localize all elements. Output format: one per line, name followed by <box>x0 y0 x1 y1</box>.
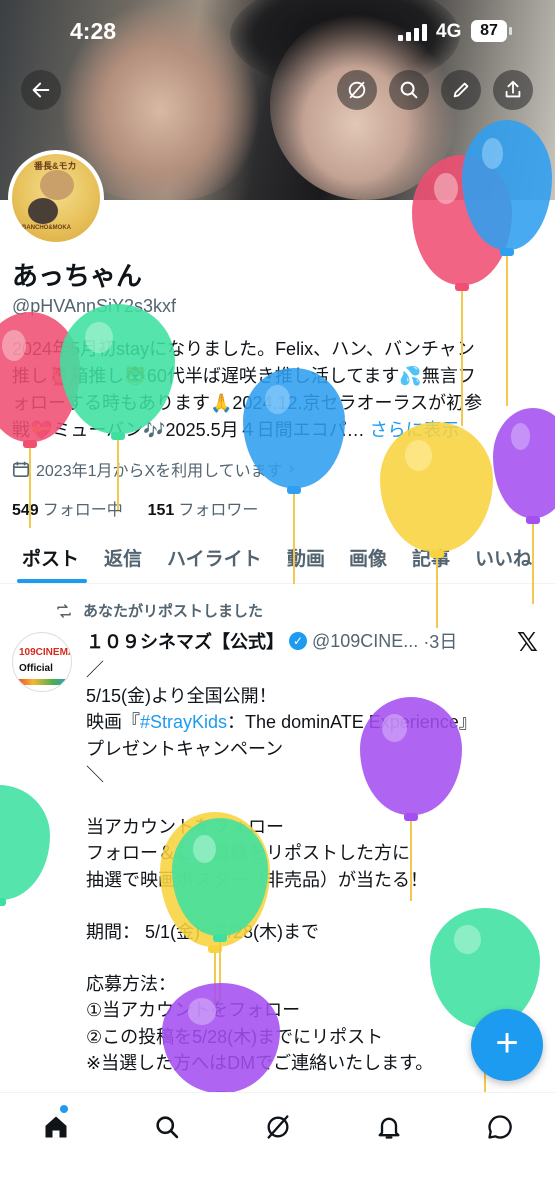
post-author-name[interactable]: １０９シネマズ【公式】 <box>86 628 284 654</box>
repost-label: あなたがリポストしました <box>83 603 264 620</box>
edit-icon <box>453 82 469 98</box>
nav-grok[interactable] <box>258 1107 298 1147</box>
post-line: 当アカウントをフォロー <box>86 814 536 840</box>
balloon-decoration <box>172 818 268 1002</box>
follow-stats: 549 フォロー中 151 フォロワー <box>12 496 258 520</box>
edit-button[interactable] <box>441 70 481 110</box>
post-header: １０９シネマズ【公式】 ✓ @109CINE... ·3日 <box>86 628 457 654</box>
share-icon <box>505 80 521 98</box>
status-bar: 4:28 4G 87 <box>0 0 555 62</box>
grok-icon <box>267 1115 289 1139</box>
back-button[interactable] <box>21 70 61 110</box>
repost-icon <box>57 603 71 618</box>
avatar-dog-dark <box>28 198 58 224</box>
tab-highlights[interactable]: ハイライト <box>167 544 262 571</box>
post-line: フォロー＆この投稿をリポストした方に <box>86 840 536 866</box>
post-line: ／ <box>86 660 104 680</box>
avatar-logo-stripe <box>13 679 71 685</box>
tab-posts[interactable]: ポスト <box>22 544 79 571</box>
search-button[interactable] <box>389 70 429 110</box>
post-line <box>86 788 536 814</box>
avatar-dog-tan <box>40 170 74 200</box>
search-icon <box>156 1116 179 1139</box>
post-author-handle[interactable]: @109CINE... <box>312 631 418 652</box>
hashtag-link[interactable]: #StrayKids <box>140 712 227 732</box>
repost-indicator: あなたがリポストしました <box>55 600 263 621</box>
balloon-decoration <box>380 422 493 628</box>
nav-messages[interactable] <box>480 1107 520 1147</box>
avatar-logo-top: 109CINEMAS <box>19 647 71 658</box>
home-notification-dot <box>60 1105 68 1113</box>
network-type: 4G <box>436 21 462 42</box>
verified-badge-icon: ✓ <box>289 632 307 650</box>
battery-tip <box>509 27 512 35</box>
arrow-left-icon <box>32 82 50 98</box>
avatar-label-bottom: BANCHO&MOKA <box>22 225 71 231</box>
post-line: 5/15(金)より全国公開！ <box>86 686 277 707</box>
balloon-decoration <box>360 697 462 901</box>
battery-icon: 87 <box>471 20 507 42</box>
active-tab-indicator <box>17 579 87 583</box>
notifications-icon <box>378 1117 400 1139</box>
home-icon <box>45 1116 67 1138</box>
compose-post-button[interactable]: + <box>471 1009 543 1081</box>
grok-icon <box>348 81 366 99</box>
profile-avatar[interactable]: 番長&モカ BANCHO&MOKA <box>8 150 104 246</box>
tab-replies[interactable]: 返信 <box>104 544 142 571</box>
grok-button[interactable] <box>337 70 377 110</box>
search-icon <box>400 81 418 99</box>
bottom-navigation <box>0 1092 555 1200</box>
status-time: 4:28 <box>70 18 117 44</box>
balloon-decoration <box>430 908 540 1092</box>
balloon-decoration <box>60 304 175 510</box>
balloon-decoration <box>162 983 280 1099</box>
post-time[interactable]: ·3日 <box>423 628 457 654</box>
balloon-decoration <box>243 368 345 584</box>
followers-link[interactable]: 151 フォロワー <box>148 502 259 519</box>
balloon-decoration <box>493 408 555 604</box>
calendar-icon <box>12 461 30 478</box>
post-line: 映画『#StrayKids：The dominATE Experience』 <box>86 712 477 733</box>
nav-notifications[interactable] <box>369 1107 409 1147</box>
share-button[interactable] <box>493 70 533 110</box>
balloon-decoration <box>462 120 552 406</box>
balloon-decoration <box>0 785 50 906</box>
post-author-avatar[interactable]: 109CINEMAS Official <box>12 632 72 692</box>
x-logo-icon: 𝕏 <box>517 627 538 657</box>
nav-home[interactable] <box>36 1107 76 1147</box>
messages-icon <box>488 1115 512 1139</box>
signal-icon <box>398 24 428 41</box>
profile-name: あっちゃん <box>12 261 143 291</box>
avatar-logo-bottom: Official <box>19 663 53 674</box>
post-line: プレゼントキャンペーン <box>86 738 284 759</box>
post-line: ※当選した方へはDMでご連絡いたします。 <box>86 1050 536 1076</box>
nav-search[interactable] <box>147 1107 187 1147</box>
post-line: 抽選で映画ポスター（非売品）が当たる！ <box>86 867 536 893</box>
post-line: ＼ <box>86 764 104 785</box>
